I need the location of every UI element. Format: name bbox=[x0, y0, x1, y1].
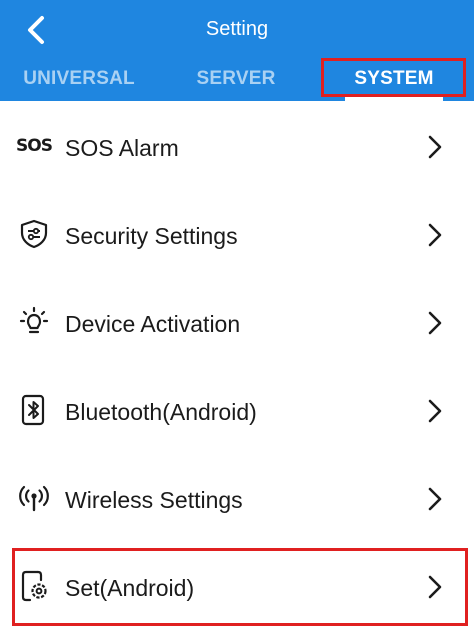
lightbulb-icon bbox=[18, 306, 50, 337]
chevron-right-icon bbox=[428, 135, 442, 159]
list-item-label: Wireless Settings bbox=[65, 487, 243, 513]
chevron-right-icon bbox=[428, 487, 442, 511]
wireless-antenna-icon bbox=[18, 483, 50, 513]
tab-system-highlight-box bbox=[321, 58, 466, 97]
list-item-device-activation[interactable]: Device Activation bbox=[0, 277, 474, 365]
list-item-label: Set(Android) bbox=[65, 575, 195, 601]
chevron-right-icon bbox=[428, 399, 442, 423]
app-header: Setting UNIVERSAL SERVER SYSTEM bbox=[0, 0, 474, 101]
list-item-label: Security Settings bbox=[65, 223, 238, 249]
list-item-label: SOS Alarm bbox=[65, 135, 179, 161]
chevron-right-icon bbox=[428, 311, 442, 335]
tab-server[interactable]: SERVER bbox=[168, 62, 304, 96]
list-item-label: Device Activation bbox=[65, 311, 241, 337]
settings-list: SOS SOS Alarm Security Settings Device A… bbox=[0, 101, 474, 629]
tab-universal[interactable]: UNIVERSAL bbox=[8, 62, 150, 96]
page-title: Setting bbox=[205, 18, 269, 40]
list-item-label: Bluetooth(Android) bbox=[65, 399, 257, 425]
chevron-right-icon bbox=[428, 575, 442, 599]
chevron-right-icon bbox=[428, 223, 442, 247]
phone-settings-icon bbox=[18, 570, 50, 602]
shield-settings-icon bbox=[18, 219, 50, 249]
list-item-bluetooth-android[interactable]: Bluetooth(Android) bbox=[0, 365, 474, 453]
list-item-set-android[interactable]: Set(Android) bbox=[0, 541, 474, 629]
list-item-wireless-settings[interactable]: Wireless Settings bbox=[0, 453, 474, 541]
list-item-sos-alarm[interactable]: SOS SOS Alarm bbox=[0, 101, 474, 189]
sos-icon: SOS bbox=[16, 136, 53, 156]
bluetooth-phone-icon bbox=[18, 394, 50, 426]
list-item-security-settings[interactable]: Security Settings bbox=[0, 189, 474, 277]
